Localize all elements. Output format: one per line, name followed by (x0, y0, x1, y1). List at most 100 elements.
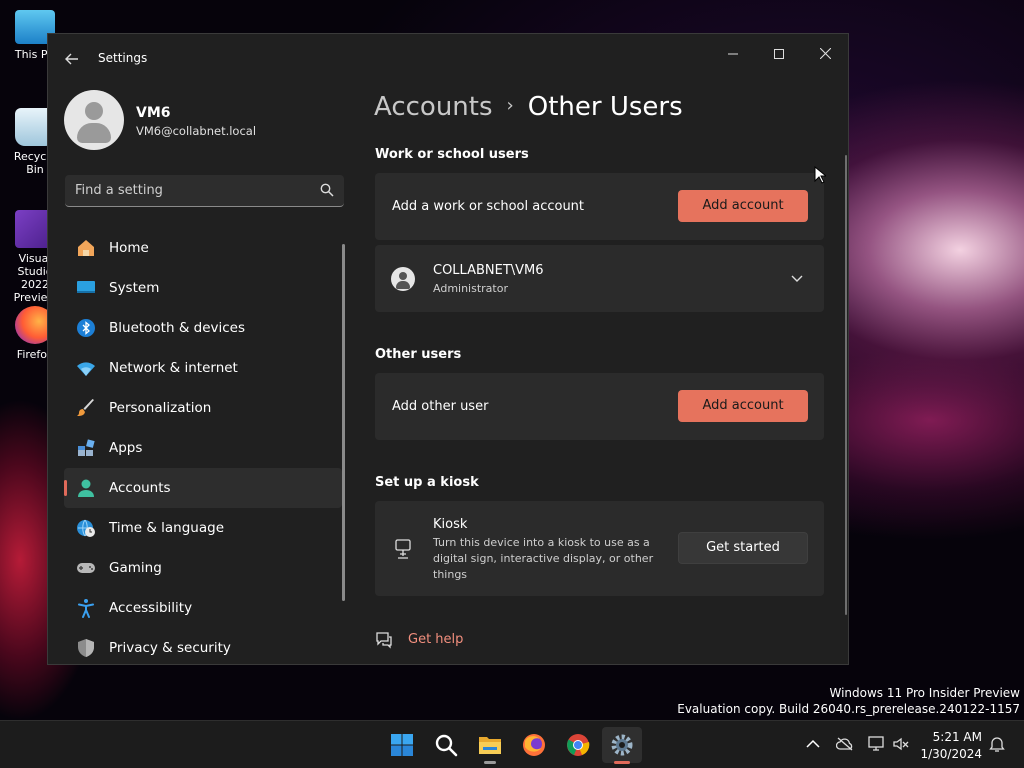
clock-date[interactable]: 1/30/2024 (920, 747, 982, 761)
add-work-account-button[interactable]: Add account (678, 190, 808, 222)
sidebar-item-system[interactable]: System (64, 268, 342, 308)
kiosk-get-started-button[interactable]: Get started (678, 532, 808, 564)
sidebar-scrollbar[interactable] (342, 244, 345, 601)
taskbar-file-explorer[interactable] (470, 727, 510, 764)
user-avatar[interactable] (64, 90, 124, 150)
taskbar-search-button[interactable] (426, 727, 466, 763)
title-bar[interactable]: Settings (48, 34, 848, 82)
minimize-button[interactable] (710, 40, 756, 70)
watermark-edition: Windows 11 Pro Insider Preview (829, 686, 1020, 700)
accessibility-icon (78, 599, 94, 618)
clock-time[interactable]: 5:21 AM (920, 730, 982, 744)
account-name: COLLABNET\VM6 (433, 263, 544, 278)
sidebar-item-label: Gaming (109, 560, 162, 576)
chrome-icon (567, 734, 590, 756)
gamepad-icon (77, 563, 95, 573)
maximize-icon (774, 49, 784, 59)
account-role: Administrator (433, 282, 508, 295)
sidebar-item-privacy-security[interactable]: Privacy & security (64, 628, 342, 664)
accounts-icon (78, 479, 94, 497)
close-icon (819, 47, 831, 60)
home-icon (78, 240, 94, 256)
sidebar-item-accessibility[interactable]: Accessibility (64, 588, 342, 628)
sidebar-item-label: Privacy & security (109, 640, 231, 656)
taskbar-chrome[interactable] (558, 727, 598, 763)
volume-muted-icon[interactable] (892, 735, 910, 753)
kiosk-card: Kiosk Turn this device into a kiosk to u… (375, 501, 824, 596)
help-chat-icon[interactable] (375, 631, 393, 649)
sidebar-item-label: Apps (109, 440, 143, 456)
system-icon (77, 281, 95, 293)
section-title-kiosk: Set up a kiosk (375, 475, 479, 490)
kiosk-description: Turn this device into a kiosk to use as … (433, 536, 654, 581)
taskbar: 5:21 AM 1/30/2024 (0, 720, 1024, 768)
sidebar-item-label: Bluetooth & devices (109, 320, 246, 336)
search-icon[interactable] (320, 183, 334, 197)
maximize-button[interactable] (756, 40, 802, 70)
chevron-right-icon: › (506, 95, 514, 116)
sidebar-nav: Home System Bluetooth & devices Network … (64, 228, 342, 664)
notification-bell-icon[interactable] (988, 735, 1006, 753)
folder-icon (479, 737, 501, 754)
bluetooth-icon (77, 319, 95, 337)
sidebar-item-home[interactable]: Home (64, 228, 342, 268)
mouse-cursor-icon (814, 166, 826, 184)
search-input[interactable] (65, 175, 305, 205)
onedrive-icon[interactable] (836, 735, 854, 753)
work-school-account-card: Add a work or school account Add account (375, 173, 824, 240)
sidebar-item-label: Time & language (109, 520, 225, 536)
minimize-icon (728, 53, 738, 55)
network-icon (77, 362, 95, 376)
sidebar-item-gaming[interactable]: Gaming (64, 548, 342, 588)
settings-window: Settings VM6 VM6@collabnet.local Home Sy… (47, 33, 849, 665)
get-help-link[interactable]: Get help (408, 632, 463, 647)
work-school-account-label: Add a work or school account (392, 199, 585, 214)
kiosk-title: Kiosk (433, 517, 468, 532)
person-icon (399, 272, 407, 280)
taskbar-settings[interactable] (602, 727, 642, 764)
back-button[interactable] (62, 49, 82, 69)
user-name: VM6 (136, 105, 171, 121)
sidebar-item-label: Personalization (109, 400, 212, 416)
collabnet-account-card[interactable]: COLLABNET\VM6 Administrator (375, 245, 824, 312)
sidebar-item-accounts[interactable]: Accounts (64, 468, 342, 508)
kiosk-icon (395, 539, 411, 559)
section-title-work-school: Work or school users (375, 147, 529, 162)
globe-clock-icon (77, 519, 95, 537)
chevron-down-icon[interactable] (789, 270, 805, 286)
sidebar-item-bluetooth[interactable]: Bluetooth & devices (64, 308, 342, 348)
content-scrollbar[interactable] (845, 155, 847, 615)
windows-logo-icon (391, 734, 413, 756)
person-icon (85, 102, 103, 120)
user-email: VM6@collabnet.local (136, 124, 257, 138)
taskbar-start-button[interactable] (382, 727, 422, 763)
firefox-icon (523, 734, 545, 756)
page-title: Other Users (527, 92, 683, 122)
windows-watermark: Windows 11 Pro Insider Preview Evaluatio… (677, 685, 1020, 717)
person-icon-body (77, 123, 111, 143)
search-box[interactable] (65, 175, 344, 207)
add-other-user-card: Add other user Add account (375, 373, 824, 440)
sidebar-item-time-language[interactable]: Time & language (64, 508, 342, 548)
chevron-up-icon[interactable] (804, 735, 822, 753)
breadcrumb-parent-link[interactable]: Accounts (374, 92, 493, 122)
watermark-build: Evaluation copy. Build 26040.rs_prerelea… (677, 702, 1020, 716)
sidebar-item-apps[interactable]: Apps (64, 428, 342, 468)
add-other-user-label: Add other user (392, 399, 489, 414)
account-avatar (391, 267, 415, 291)
taskbar-firefox[interactable] (514, 727, 554, 763)
sidebar-item-label: Network & internet (109, 360, 238, 376)
network-wired-icon[interactable] (868, 735, 886, 753)
sidebar-item-label: Accounts (109, 480, 171, 496)
sidebar-item-network[interactable]: Network & internet (64, 348, 342, 388)
sidebar-item-label: Accessibility (109, 600, 193, 616)
gear-icon (611, 734, 633, 756)
window-title: Settings (98, 51, 148, 65)
sidebar-item-label: Home (109, 240, 149, 256)
add-other-user-button[interactable]: Add account (678, 390, 808, 422)
sidebar-item-personalization[interactable]: Personalization (64, 388, 342, 428)
apps-icon (78, 439, 95, 456)
close-button[interactable] (802, 40, 848, 70)
person-icon-body (396, 281, 410, 289)
shield-icon (78, 639, 94, 657)
